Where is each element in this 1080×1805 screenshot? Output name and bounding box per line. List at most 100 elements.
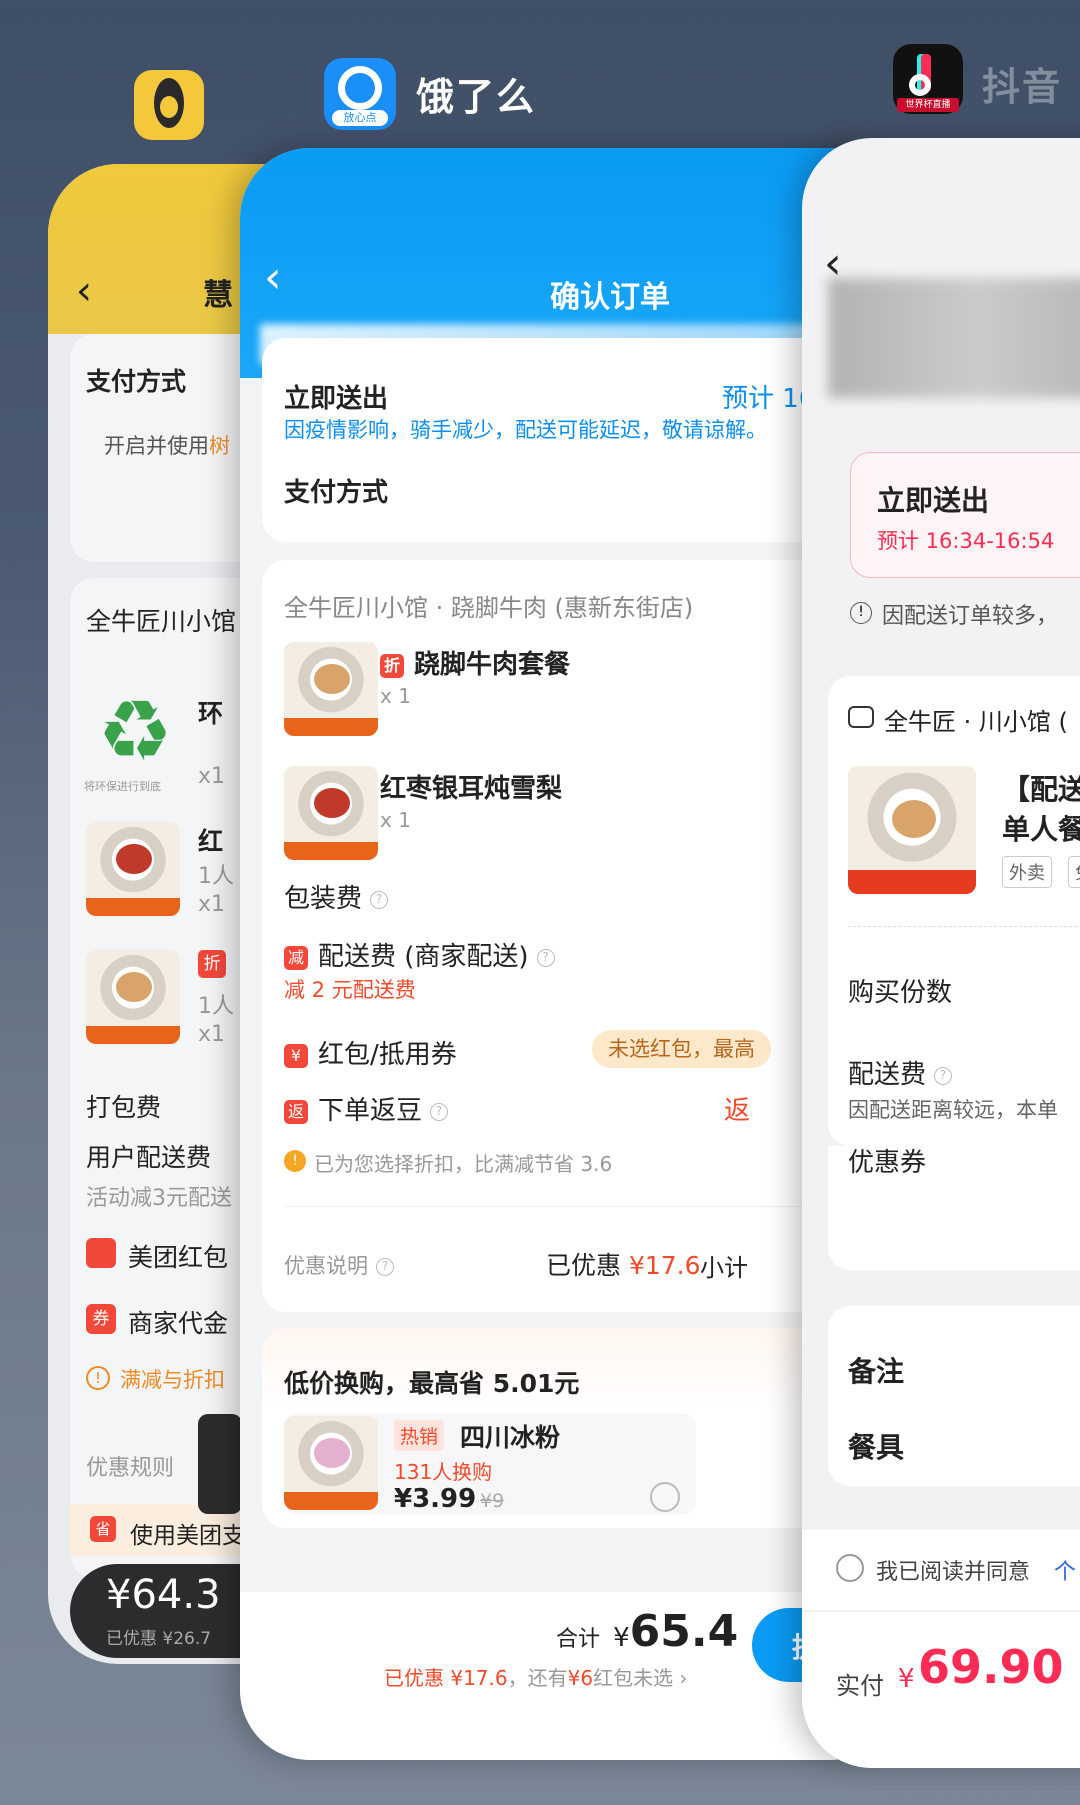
shop-name: 全牛匠 · 川小馆 ( <box>884 708 1068 736</box>
help-icon[interactable]: ? <box>934 1066 953 1085</box>
swap-title: 低价换购，最高省 5.01元 <box>284 1369 580 1398</box>
discounted-total: 已优惠 ¥17.6 <box>546 1251 701 1280</box>
delivery-fee-note: 因配送距离较远，本单 <box>848 1098 1058 1122</box>
help-icon[interactable]: ? <box>370 890 389 909</box>
product-title: 【配送 <box>1002 773 1080 806</box>
help-icon[interactable]: ? <box>536 948 555 967</box>
remark-label[interactable]: 备注 <box>848 1350 904 1390</box>
pay-hint: 开启并使用树 <box>104 434 230 458</box>
left-title: 慧 <box>203 278 233 313</box>
swap-price: ¥3.99 <box>394 1484 477 1514</box>
warning-icon: ! <box>86 1366 110 1390</box>
item-qty: x 1 <box>380 808 411 832</box>
tag-takeout: 外卖 <box>1002 856 1052 888</box>
product-sub: 单人餐 <box>1002 813 1080 846</box>
item-name: 红枣银耳炖雪梨 <box>380 774 563 804</box>
item-qty: x1 <box>198 764 226 789</box>
page-title: 确认订单 <box>550 280 670 315</box>
tableware-label[interactable]: 餐具 <box>848 1426 904 1466</box>
quantity-label: 购买份数 <box>848 978 953 1008</box>
eleme-badge: 放心点 <box>332 110 388 126</box>
agree-checkbox[interactable] <box>836 1554 864 1582</box>
eta: 预计 16:34-16:54 <box>877 529 1055 553</box>
swap-select-radio[interactable] <box>650 1482 680 1512</box>
deliver-box[interactable]: 立即送出 预计 16:34-16:54 <box>850 452 1080 578</box>
douyin-app-icon[interactable]: 世界杯直播 <box>893 44 963 114</box>
footer-saved[interactable]: 已优惠 ¥17.6，还有¥6红包未选 › <box>384 1662 687 1691</box>
eleme-app-icon[interactable]: 放心点 <box>324 58 396 130</box>
dashed-divider <box>848 926 1080 927</box>
red-packet-icon <box>86 1238 116 1268</box>
shop-icon <box>848 706 874 728</box>
pack-fee-label: 打包费 <box>86 1093 162 1122</box>
coupon-section[interactable]: 优惠券 <box>828 1146 1080 1270</box>
discount-tag: 折 <box>380 653 404 678</box>
delivery-fee-label: 用户配送费 <box>86 1143 212 1172</box>
recycle-icon: ♻ <box>97 682 173 780</box>
item-qty: x1 <box>198 892 226 917</box>
agree-row[interactable]: 我已阅读并同意 个 <box>802 1530 1080 1610</box>
pay-method-label[interactable]: 支付方式 <box>284 472 388 509</box>
left-total: ¥64.3 <box>106 1572 221 1618</box>
item-sub: 1人 <box>198 994 234 1019</box>
eleme-app-card[interactable]: ‹ 确认订单 立即送出 预计 16 因疫情影响，骑手减少，配送可能延迟，敬请谅解… <box>240 148 900 1760</box>
item-image <box>284 766 378 860</box>
swap-old-price: ¥9 <box>480 1490 505 1512</box>
item-label: 红 <box>198 827 224 856</box>
left-saved: 已优惠 ¥26.7 <box>106 1629 212 1649</box>
address-blur <box>828 278 1080 398</box>
red-packet-label[interactable]: 美团红包 <box>128 1238 228 1274</box>
discount-warning: 满减与折扣 <box>120 1368 225 1392</box>
delivery-fee-note: 活动减3元配送 <box>86 1186 232 1211</box>
covid-notice: 因疫情影响，骑手减少，配送可能延迟，敬请谅解。 <box>284 418 767 442</box>
total-row: 合计 ¥65.4 <box>556 1606 739 1657</box>
help-icon[interactable]: ? <box>430 1102 449 1121</box>
tag-free: 免 <box>1068 856 1080 888</box>
deliver-now: 立即送出 <box>877 484 990 517</box>
pack-fee-label: 包装费? <box>284 878 389 915</box>
pay-banner-icon: 省 <box>90 1516 116 1542</box>
discount-hint: 已为您选择折扣，比满减节省 3.6 <box>314 1152 613 1176</box>
pay-bar: 实付 ¥ 69.90 <box>802 1612 1080 1768</box>
item-image <box>86 950 180 1044</box>
red-packet-pill[interactable]: 未选红包，最高 <box>592 1030 771 1068</box>
swap-item-name: 四川冰粉 <box>460 1423 561 1452</box>
return-value: 返 <box>724 1096 751 1126</box>
back-icon[interactable]: ‹ <box>76 268 92 314</box>
delivery-fee-row: 减配送费 (商家配送)? <box>284 936 555 973</box>
swap-item[interactable]: 热销 四川冰粉 131人换购 ¥3.99 ¥9 <box>284 1414 696 1514</box>
hot-tag: 热销 <box>394 1420 445 1451</box>
recycle-note: 将环保进行到底 <box>84 780 161 793</box>
douyin-app-card[interactable]: ‹ 立即送出 预计 16:34-16:54 ! 因配送订单较多， 全牛匠 · 川… <box>802 138 1080 1768</box>
checkout-bar: 合计 ¥65.4 已优惠 ¥17.6，还有¥6红包未选 › 提 <box>240 1592 900 1760</box>
floating-tab <box>198 1414 242 1514</box>
item-sub: 1人 <box>198 864 234 889</box>
deliver-now: 立即送出 <box>284 384 389 414</box>
delivery-notice: 因配送订单较多， <box>882 604 1059 629</box>
rules-label[interactable]: 优惠规则 <box>86 1450 174 1482</box>
pay-label: 实付 <box>836 1672 884 1700</box>
discount-info[interactable]: 优惠说明? <box>284 1250 394 1280</box>
pay-banner-text: 使用美团支 <box>130 1523 245 1549</box>
meituan-app-icon[interactable] <box>134 70 204 140</box>
swap-item-image <box>284 1416 378 1510</box>
voucher-icon: 券 <box>86 1304 116 1334</box>
return-tag: 返 <box>284 1099 308 1124</box>
swap-buyers: 131人换购 <box>394 1460 493 1484</box>
eleme-app-label: 饿了么 <box>416 75 537 119</box>
red-packet-row[interactable]: ¥ 红包/抵用券 <box>284 1034 457 1071</box>
item-image <box>284 642 378 736</box>
reduce-tag: 减 <box>284 945 308 970</box>
item-name: 折跷脚牛肉套餐 <box>380 644 570 681</box>
pay-method-label: 支付方式 <box>86 367 187 396</box>
total-value: 65.4 <box>629 1606 739 1657</box>
voucher-label[interactable]: 商家代金 <box>128 1304 228 1340</box>
douyin-badge: 世界杯直播 <box>897 98 959 112</box>
agree-link[interactable]: 个 <box>1054 1554 1076 1586</box>
product-image <box>848 766 976 894</box>
item-qty: x 1 <box>380 684 411 708</box>
product-section: 全牛匠 · 川小馆 ( 【配送 单人餐 外卖 免 购买份数 配送费? 因配送距离… <box>828 676 1080 1146</box>
item-qty: x1 <box>198 1022 226 1047</box>
shop-name: 全牛匠川小馆 <box>86 607 237 636</box>
douyin-app-label: 抖音 <box>982 65 1063 109</box>
